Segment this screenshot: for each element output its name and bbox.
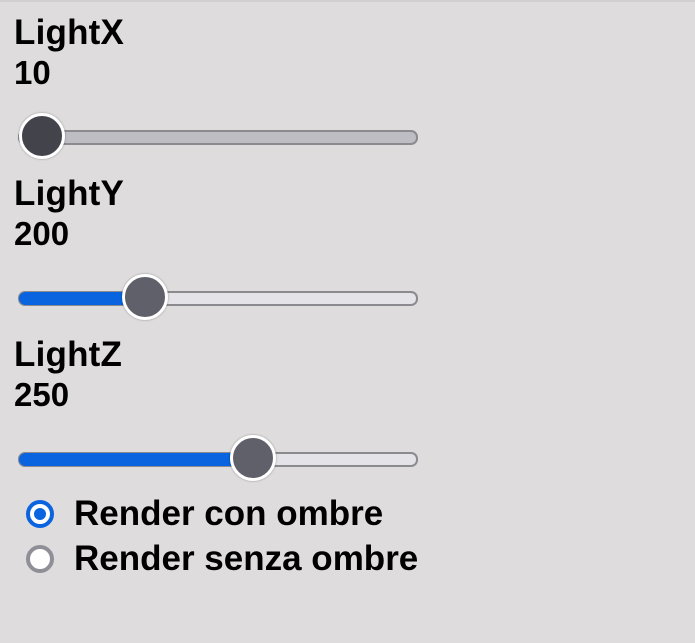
light-x-slider[interactable] [18, 113, 418, 161]
slider-track[interactable] [18, 130, 418, 145]
light-z-value: 250 [14, 376, 70, 413]
slider-thumb[interactable] [19, 113, 65, 159]
light-x-label: LightX [14, 13, 125, 52]
slider-track[interactable] [18, 291, 418, 306]
render-with-shadows-label[interactable]: Render con ombre [74, 494, 383, 534]
slider-track[interactable] [18, 452, 418, 467]
light-z-slider[interactable] [18, 435, 418, 483]
light-controls-panel: LightX 10 LightY 200 LightZ 250 Render c… [0, 0, 695, 643]
light-y-control: LightY 200 [14, 174, 434, 320]
render-without-shadows-label[interactable]: Render senza ombre [74, 539, 418, 579]
radio-button[interactable] [26, 545, 54, 573]
light-z-control: LightZ 250 [14, 335, 434, 481]
light-x-value: 10 [14, 54, 51, 91]
slider-thumb[interactable] [122, 274, 168, 320]
light-y-slider[interactable] [18, 274, 418, 322]
radio-button[interactable] [26, 500, 54, 528]
slider-fill [19, 453, 256, 466]
light-y-value: 200 [14, 215, 70, 252]
light-y-label: LightY [14, 174, 125, 213]
render-without-shadows-option[interactable]: Render senza ombre [26, 539, 418, 579]
render-with-shadows-option[interactable]: Render con ombre [26, 494, 383, 534]
light-x-control: LightX 10 [14, 13, 434, 159]
slider-thumb[interactable] [230, 435, 276, 481]
light-z-label: LightZ [14, 335, 123, 374]
